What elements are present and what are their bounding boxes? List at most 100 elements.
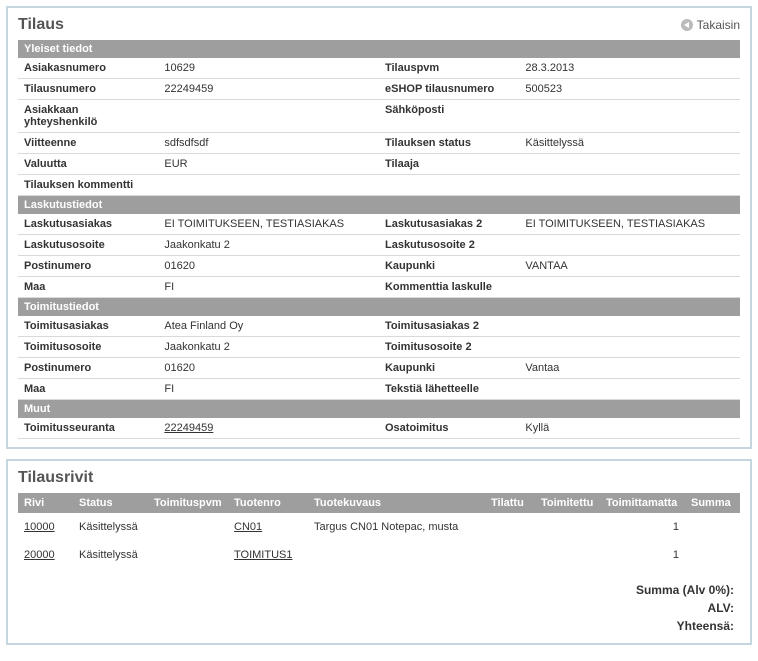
row-link[interactable]: 20000 (24, 549, 55, 561)
label-order-date: Tilauspvm (379, 58, 519, 79)
other-fields: Toimitusseuranta 22249459 Osatoimitus Ky… (18, 418, 740, 439)
value-orderer (519, 154, 740, 175)
order-lines-table: Rivi Status Toimituspvm Tuotenro Tuoteku… (18, 493, 740, 569)
label-partial: Osatoimitus (379, 418, 519, 439)
value-email (519, 100, 740, 133)
label-tracking: Toimitusseuranta (18, 418, 158, 439)
row-delivered (535, 541, 600, 569)
row-delivery-date (148, 541, 228, 569)
col-delivery-date: Toimituspvm (148, 493, 228, 513)
label-deliv-address: Toimitusosoite (18, 337, 158, 358)
label-bill-customer2: Laskutusasiakas 2 (379, 214, 519, 235)
value-bill-postal: 01620 (158, 256, 379, 277)
label-orderer: Tilaaja (379, 154, 519, 175)
back-button[interactable]: Takaisin (681, 18, 740, 32)
value-deliv-address: Jaakonkatu 2 (158, 337, 379, 358)
value-contact (158, 100, 379, 133)
section-general-header: Yleiset tiedot (18, 40, 740, 58)
row-link[interactable]: 10000 (24, 521, 55, 533)
product-link[interactable]: CN01 (234, 521, 262, 533)
value-partial: Kyllä (519, 418, 740, 439)
row-description: Targus CN01 Notepac, musta (308, 513, 485, 541)
label-email: Sähköposti (379, 100, 519, 133)
value-customer-number: 10629 (158, 58, 379, 79)
label-bill-customer: Laskutusasiakas (18, 214, 158, 235)
value-eshop-number: 500523 (519, 79, 740, 100)
col-delivered: Toimitettu (535, 493, 600, 513)
label-eshop-number: eSHOP tilausnumero (379, 79, 519, 100)
value-bill-address2 (519, 235, 740, 256)
order-panel: Tilaus Takaisin Yleiset tiedot Asiakasnu… (6, 6, 752, 449)
section-billing-header: Laskutustiedot (18, 196, 740, 214)
billing-fields: Laskutusasiakas EI TOIMITUKSEEN, TESTIAS… (18, 214, 740, 298)
table-row: 20000 Käsittelyssä TOIMITUS1 1 (18, 541, 740, 569)
label-currency: Valuutta (18, 154, 158, 175)
label-deliv-city: Kaupunki (379, 358, 519, 379)
value-deliv-postal: 01620 (158, 358, 379, 379)
tracking-link[interactable]: 22249459 (164, 422, 213, 434)
value-order-number: 22249459 (158, 79, 379, 100)
label-contact: Asiakkaan yhteyshenkilö (18, 100, 158, 133)
row-ordered (485, 513, 535, 541)
col-sum: Summa (685, 493, 740, 513)
total-label: Yhteensä: (677, 619, 734, 633)
table-row: 10000 Käsittelyssä CN01 Targus CN01 Note… (18, 513, 740, 541)
label-deliv-customer2: Toimitusasiakas 2 (379, 316, 519, 337)
col-undelivered: Toimittamatta (600, 493, 685, 513)
order-lines-panel: Tilausrivit Rivi Status Toimituspvm Tuot… (6, 459, 752, 645)
row-ordered (485, 541, 535, 569)
label-reference: Viitteenne (18, 133, 158, 154)
row-delivery-date (148, 513, 228, 541)
product-link[interactable]: TOIMITUS1 (234, 549, 292, 561)
delivery-fields: Toimitusasiakas Atea Finland Oy Toimitus… (18, 316, 740, 400)
row-status: Käsittelyssä (73, 513, 148, 541)
label-bill-address2: Laskutusosoite 2 (379, 235, 519, 256)
label-order-comment: Tilauksen kommentti (18, 175, 158, 196)
back-label: Takaisin (697, 18, 740, 32)
value-bill-customer2: EI TOIMITUKSEEN, TESTIASIAKAS (519, 214, 740, 235)
label-status: Tilauksen status (379, 133, 519, 154)
value-reference: sdfsdfsdf (158, 133, 379, 154)
subtotal-label: Summa (Alv 0%): (636, 583, 734, 597)
row-undelivered: 1 (600, 513, 685, 541)
value-deliv-city: Vantaa (519, 358, 740, 379)
value-deliv-customer: Atea Finland Oy (158, 316, 379, 337)
value-order-date: 28.3.2013 (519, 58, 740, 79)
col-description: Tuotekuvaus (308, 493, 485, 513)
vat-label: ALV: (708, 601, 734, 615)
label-customer-number: Asiakasnumero (18, 58, 158, 79)
value-invoice-comment (519, 277, 740, 298)
col-product-no: Tuotenro (228, 493, 308, 513)
section-other-header: Muut (18, 400, 740, 418)
row-sum (685, 541, 740, 569)
row-status: Käsittelyssä (73, 541, 148, 569)
row-sum (685, 513, 740, 541)
value-deliv-customer2 (519, 316, 740, 337)
label-deliv-postal: Postinumero (18, 358, 158, 379)
label-order-number: Tilausnumero (18, 79, 158, 100)
label-bill-postal: Postinumero (18, 256, 158, 277)
label-deliv-country: Maa (18, 379, 158, 400)
label-deliv-note: Tekstiä lähetteelle (379, 379, 519, 400)
value-order-comment (158, 175, 740, 196)
value-deliv-address2 (519, 337, 740, 358)
value-currency: EUR (158, 154, 379, 175)
page-title: Tilaus (18, 16, 64, 34)
value-bill-country: FI (158, 277, 379, 298)
general-fields: Asiakasnumero 10629 Tilauspvm 28.3.2013 … (18, 58, 740, 196)
section-delivery-header: Toimitustiedot (18, 298, 740, 316)
value-deliv-country: FI (158, 379, 379, 400)
col-status: Status (73, 493, 148, 513)
order-panel-header: Tilaus Takaisin (18, 16, 740, 34)
label-deliv-customer: Toimitusasiakas (18, 316, 158, 337)
label-invoice-comment: Kommenttia laskulle (379, 277, 519, 298)
totals-block: Summa (Alv 0%): ALV: Yhteensä: (18, 581, 740, 635)
row-undelivered: 1 (600, 541, 685, 569)
label-bill-country: Maa (18, 277, 158, 298)
value-bill-customer: EI TOIMITUKSEEN, TESTIASIAKAS (158, 214, 379, 235)
col-row: Rivi (18, 493, 73, 513)
label-bill-city: Kaupunki (379, 256, 519, 277)
value-deliv-note (519, 379, 740, 400)
value-status: Käsittelyssä (519, 133, 740, 154)
col-ordered: Tilattu (485, 493, 535, 513)
